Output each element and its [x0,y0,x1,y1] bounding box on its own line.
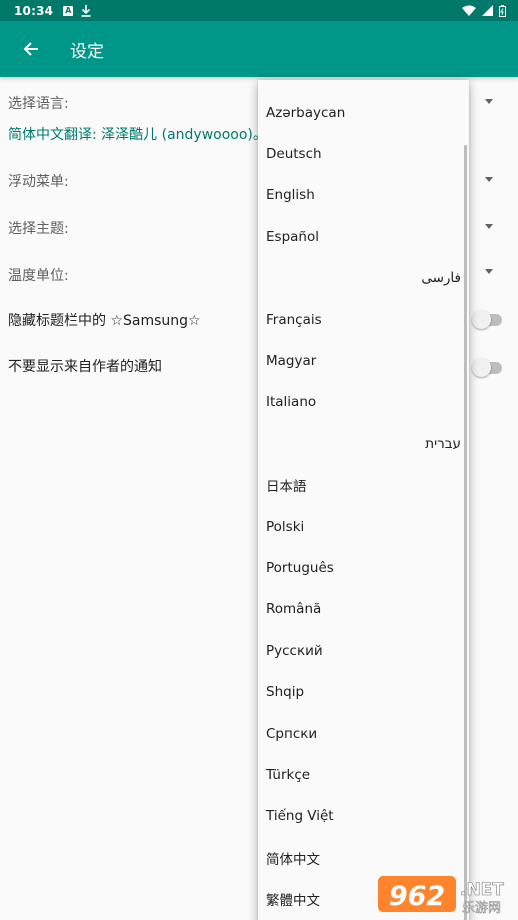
language-option[interactable]: 简体中文 [258,837,469,878]
language-option-label: 简体中文 [266,851,320,868]
no-author-notify-switch[interactable] [472,357,502,379]
signal-icon [482,5,493,16]
language-option[interactable]: Português [258,547,469,588]
language-option-label: Српски [266,725,318,742]
language-option[interactable]: עברית [258,423,469,464]
floating-menu-label: 浮动菜单: [8,174,69,190]
theme-label: 选择主题: [8,221,69,237]
language-option-label: English [266,187,315,204]
language-option-label: Português [266,560,334,577]
watermark-logo: 962 .NET 乐游网 [378,876,505,916]
language-option[interactable]: Italiano [258,382,469,423]
watermark-subtitle: 乐游网 [462,901,501,916]
language-option[interactable]: Српски [258,713,469,754]
language-option[interactable]: Tiếng Việt [258,796,469,837]
language-option-label: فارسی [421,270,461,287]
hide-samsung-label: 隐藏标题栏中的 ☆Samsung☆ [8,313,201,329]
language-option[interactable]: Azərbaycan [258,92,469,133]
language-option[interactable]: Shqip [258,672,469,713]
popup-scrollbar[interactable] [464,145,467,920]
notification-a-icon: A [63,5,74,16]
language-option-label: Română [266,601,322,618]
language-label: 选择语言: [8,96,69,112]
language-option-label: 繁體中文 [266,893,320,910]
page-title: 设定 [70,41,104,62]
language-option-label: Tiếng Việt [266,808,334,825]
language-option[interactable]: English [258,175,469,216]
language-option-label: Español [266,228,319,245]
language-option[interactable]: Deutsch [258,133,469,174]
download-icon [81,4,91,17]
translation-credit: 简体中文翻译: 泽泽酷儿 (andywoooo)。 [8,127,267,143]
language-option[interactable]: Français [258,299,469,340]
status-time: 10:34 [14,3,54,18]
language-option-label: Italiano [266,394,317,411]
app-bar: 设定 [0,21,518,77]
language-option[interactable]: Español [258,216,469,257]
language-option-label: Русский [266,642,323,659]
language-option-label: Deutsch [266,146,322,163]
no-author-notify-label: 不要显示来自作者的通知 [8,359,162,375]
status-bar: 10:34 A [0,0,518,21]
language-option-label: Magyar [266,353,317,370]
language-option-label: עברית [425,435,461,452]
watermark-number: 962 [389,881,445,912]
watermark-suffix: .NET [460,880,504,900]
language-option[interactable]: 日本語 [258,465,469,506]
language-option[interactable]: Türkçe [258,754,469,795]
language-option-label: 日本語 [266,479,307,496]
temperature-label: 温度单位: [8,268,69,284]
arrow-left-icon [23,42,38,56]
language-option-label: Türkçe [266,767,311,784]
language-option[interactable]: فارسی [258,258,469,299]
language-option[interactable]: Magyar [258,340,469,381]
dropdown-arrow-icon[interactable] [485,99,493,104]
dropdown-arrow-icon[interactable] [485,177,493,182]
battery-icon [499,4,506,17]
language-option[interactable]: Română [258,589,469,630]
hide-samsung-switch[interactable] [472,309,502,331]
language-option-label: Français [266,311,322,328]
language-option-label: Shqip [266,684,305,701]
wifi-icon [462,5,476,16]
back-button[interactable] [0,21,62,77]
dropdown-arrow-icon[interactable] [485,224,493,229]
dropdown-arrow-icon[interactable] [485,269,493,274]
language-option-label: Polski [266,518,305,535]
language-dropdown-popup[interactable]: Azərbaycan Deutsch English Español فارسی Fran… [258,80,469,920]
language-option-label: Azərbaycan [266,104,346,121]
language-option[interactable]: Русский [258,630,469,671]
language-option[interactable]: Polski [258,506,469,547]
